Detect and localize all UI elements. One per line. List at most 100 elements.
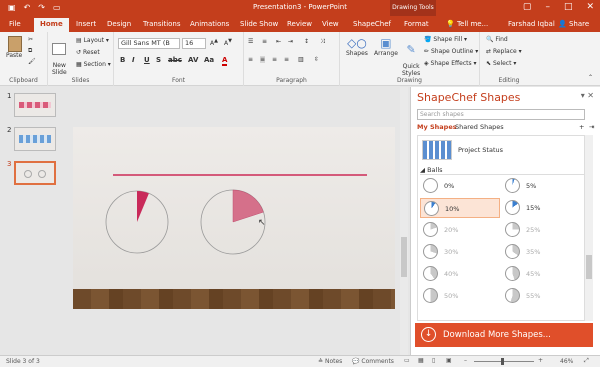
comments-button[interactable]: 💬 Comments — [352, 358, 394, 365]
pane-options-icon[interactable]: ▾ — [581, 91, 585, 100]
notes-button[interactable]: ≙ Notes — [318, 358, 342, 365]
zoom-level[interactable]: 46% — [560, 358, 573, 365]
shadow-icon[interactable]: S — [156, 56, 161, 64]
tab-insert[interactable]: Insert — [76, 20, 96, 28]
find-button[interactable]: 🔍 Find — [486, 36, 508, 43]
line-spacing-icon[interactable]: ↕ — [304, 38, 309, 45]
canvas-scrollbar[interactable] — [400, 87, 408, 355]
tab-design[interactable]: Design — [107, 20, 131, 28]
font-family-select[interactable]: Gill Sans MT (B — [118, 38, 180, 49]
shape-effects-button[interactable]: ◈ Shape Effects ▾ — [424, 60, 477, 67]
font-color-icon[interactable]: A — [222, 56, 228, 66]
zoom-slider-thumb[interactable] — [501, 358, 504, 365]
slide-sorter-icon[interactable]: ▦ — [418, 357, 424, 364]
tab-transitions[interactable]: Transitions — [143, 20, 181, 28]
project-status-item[interactable]: Project Status — [420, 138, 570, 162]
ball-item[interactable]: 0% — [420, 176, 500, 196]
arrange-button[interactable]: ▣ Arrange — [374, 36, 398, 57]
align-left-icon[interactable]: ≡ — [248, 56, 253, 63]
shapes-button[interactable]: ◇○ Shapes — [346, 36, 368, 57]
ball-item[interactable]: 35% — [502, 242, 582, 262]
ball-item[interactable]: 30% — [420, 242, 500, 262]
reading-view-icon[interactable]: ▯ — [432, 357, 435, 364]
tab-file[interactable]: File — [9, 20, 21, 28]
balls-category-header[interactable]: ◢ Balls — [420, 166, 584, 175]
ball-item[interactable]: 50% — [420, 286, 500, 306]
ribbon-display-icon[interactable]: ▢ — [523, 2, 532, 12]
pane-scrollbar[interactable] — [585, 135, 593, 321]
ball-item[interactable]: 40% — [420, 264, 500, 284]
quick-styles-button[interactable]: ✎ Quick Styles — [402, 36, 420, 77]
expand-icon[interactable]: ⇥ — [589, 123, 594, 131]
new-slide-button[interactable]: New Slide — [52, 36, 67, 76]
shape-outline-button[interactable]: ✏ Shape Outline ▾ — [424, 48, 478, 55]
numbering-icon[interactable]: ≡ — [262, 38, 267, 45]
align-center-icon[interactable]: ≡ — [260, 56, 266, 63]
shrink-font-icon[interactable]: A▼ — [224, 38, 232, 47]
ball-item[interactable]: 20% — [420, 220, 500, 240]
tab-slideshow[interactable]: Slide Show — [240, 20, 278, 28]
pie-slice-small[interactable] — [137, 191, 149, 222]
increase-indent-icon[interactable]: ⇥ — [288, 38, 293, 45]
ball-item[interactable]: 25% — [502, 220, 582, 240]
close-icon[interactable]: ✕ — [586, 2, 594, 12]
add-icon[interactable]: + — [579, 123, 584, 131]
user-name[interactable]: Farshad Iqbal — [508, 20, 555, 28]
italic-icon[interactable]: I — [132, 56, 135, 64]
align-text-icon[interactable]: ⇳ — [314, 56, 319, 63]
slideshow-icon[interactable]: ▣ — [446, 357, 452, 364]
slide-thumbnail-3[interactable] — [14, 161, 56, 185]
slide-canvas[interactable]: ↖ — [73, 127, 395, 309]
tell-me-box[interactable]: 💡 Tell me... — [446, 20, 488, 28]
maximize-icon[interactable]: □ — [564, 2, 573, 12]
underline-icon[interactable]: U — [144, 56, 150, 64]
section-button[interactable]: ▦ Section ▾ — [76, 61, 111, 68]
align-right-icon[interactable]: ≡ — [272, 56, 277, 63]
tab-home[interactable]: Home — [34, 18, 69, 32]
fit-to-window-icon[interactable]: ⤢ — [584, 357, 589, 365]
collapse-ribbon-icon[interactable]: ⌃ — [588, 74, 593, 81]
cut-icon[interactable]: ✂ — [28, 36, 33, 43]
normal-view-icon[interactable]: ▭ — [404, 357, 410, 364]
tab-shared-shapes[interactable]: Shared Shapes — [455, 123, 504, 131]
replace-button[interactable]: ⇄ Replace ▾ — [486, 48, 522, 55]
decrease-indent-icon[interactable]: ⇤ — [276, 38, 281, 45]
ball-item[interactable]: 5% — [502, 176, 582, 196]
scroll-thumb[interactable] — [401, 237, 407, 277]
paste-button[interactable]: Paste — [6, 36, 22, 59]
grow-font-icon[interactable]: A▲ — [210, 38, 218, 47]
ball-item[interactable]: 15% — [502, 198, 582, 218]
slide-thumbnail-1[interactable] — [14, 93, 56, 117]
download-more-shapes-button[interactable]: ↓ Download More Shapes... — [415, 323, 593, 347]
tab-shapechef[interactable]: ShapeChef — [353, 20, 391, 28]
zoom-slider[interactable] — [474, 358, 534, 365]
slide-thumbnail-2[interactable] — [14, 127, 56, 151]
ball-item[interactable]: 55% — [502, 286, 582, 306]
tab-format[interactable]: Format — [404, 20, 429, 28]
shape-fill-button[interactable]: 🪣 Shape Fill ▾ — [424, 36, 467, 43]
text-direction-icon[interactable]: ⤨ — [320, 38, 325, 46]
pane-scroll-thumb[interactable] — [586, 255, 592, 279]
font-size-select[interactable]: 16 — [182, 38, 206, 49]
change-case-icon[interactable]: Aa — [204, 56, 214, 64]
minimize-icon[interactable]: – — [545, 2, 550, 12]
zoom-out-icon[interactable]: – — [464, 357, 467, 364]
justify-icon[interactable]: ≡ — [284, 56, 289, 63]
ball-item[interactable]: 10% — [420, 198, 500, 218]
strikethrough-icon[interactable]: abc — [168, 56, 182, 64]
reset-button[interactable]: ↺ Reset — [76, 49, 100, 56]
copy-icon[interactable]: ⧉ — [28, 47, 32, 55]
format-painter-icon[interactable]: 🖌 — [28, 58, 36, 65]
tab-review[interactable]: Review — [287, 20, 312, 28]
bold-icon[interactable]: B — [120, 56, 125, 64]
spacing-icon[interactable]: AV — [188, 56, 198, 64]
bullets-icon[interactable]: ☰ — [248, 38, 253, 45]
tab-animations[interactable]: Animations — [190, 20, 229, 28]
select-button[interactable]: ⬉ Select ▾ — [486, 60, 516, 67]
pane-close-icon[interactable]: ✕ — [587, 91, 594, 100]
zoom-in-icon[interactable]: + — [538, 357, 543, 364]
share-button[interactable]: 👤 Share — [558, 20, 589, 28]
ball-item[interactable]: 45% — [502, 264, 582, 284]
layout-button[interactable]: ▤ Layout ▾ — [76, 37, 109, 44]
shape-search-input[interactable]: Search shapes — [417, 109, 585, 120]
